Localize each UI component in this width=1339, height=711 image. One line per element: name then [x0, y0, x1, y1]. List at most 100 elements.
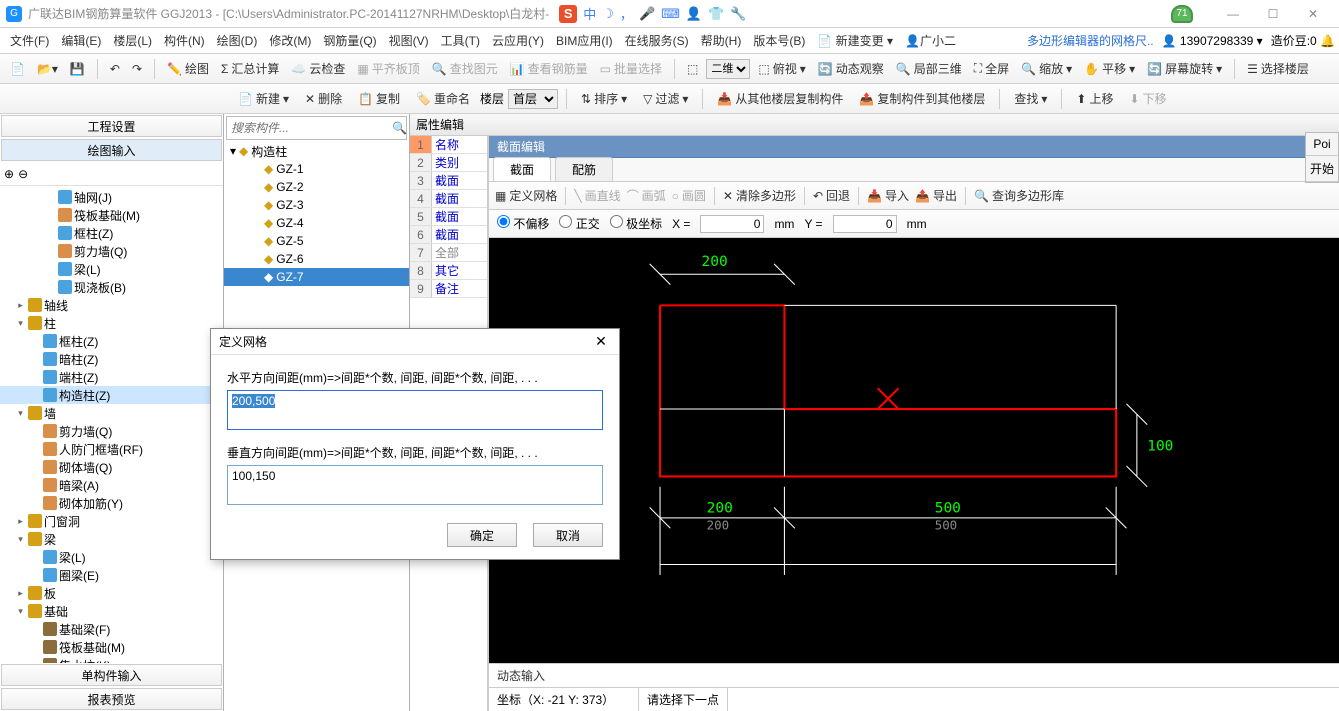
- collapse-all-icon[interactable]: ⊖: [18, 167, 28, 181]
- etb-search[interactable]: 🔍查询多边形库: [974, 187, 1064, 204]
- tree-node[interactable]: ▾柱: [0, 314, 223, 332]
- tree-node[interactable]: ▸轴线: [0, 296, 223, 314]
- prop-row[interactable]: 5截面: [410, 208, 487, 226]
- tb2-new[interactable]: 📄新建▾: [232, 88, 295, 109]
- menu-cloud[interactable]: 云应用(Y): [486, 29, 550, 52]
- tab-draw-input[interactable]: 绘图输入: [1, 139, 222, 161]
- list-item[interactable]: ◆ GZ-3: [224, 196, 409, 214]
- tb2-sort[interactable]: ⇅排序▾: [575, 88, 633, 109]
- menu-view[interactable]: 视图(V): [383, 29, 435, 52]
- tb-save-icon[interactable]: 💾: [66, 60, 89, 78]
- y-input[interactable]: [833, 215, 897, 233]
- window-minimize[interactable]: —: [1213, 4, 1253, 24]
- tb-topview[interactable]: ⬚俯视▾: [754, 58, 809, 79]
- list-item[interactable]: ◆ GZ-2: [224, 178, 409, 196]
- menu-help[interactable]: 帮助(H): [695, 29, 748, 52]
- tb2-find[interactable]: 查找▾: [1008, 88, 1053, 109]
- ime-keyboard-icon[interactable]: ⌨: [661, 6, 680, 22]
- tree-node[interactable]: 梁(L): [0, 548, 223, 566]
- tree-node[interactable]: 人防门框墙(RF): [0, 440, 223, 458]
- tree-node[interactable]: 圈梁(E): [0, 566, 223, 584]
- radio-nooffset[interactable]: 不偏移: [497, 215, 549, 232]
- tree-node[interactable]: 筏板基础(M): [0, 638, 223, 656]
- dialog-cancel-button[interactable]: 取消: [533, 523, 603, 547]
- tree-node[interactable]: 筏板基础(M): [0, 206, 223, 224]
- window-maximize[interactable]: ☐: [1253, 4, 1293, 24]
- tb2-copy[interactable]: 📋复制: [352, 88, 406, 109]
- tb2-copyfrom[interactable]: 📥从其他楼层复制构件: [711, 88, 849, 109]
- tab-report-preview[interactable]: 报表预览: [1, 688, 222, 710]
- side-tab-start[interactable]: 开始: [1306, 156, 1338, 182]
- tree-node[interactable]: 梁(L): [0, 260, 223, 278]
- menu-draw[interactable]: 绘图(D): [211, 29, 264, 52]
- tab-rebar[interactable]: 配筋: [555, 157, 613, 181]
- tb-sum[interactable]: Σ 汇总计算: [217, 58, 283, 79]
- tree-node[interactable]: ▸板: [0, 584, 223, 602]
- prop-row[interactable]: 7全部: [410, 244, 487, 262]
- list-item[interactable]: ◆ GZ-1: [224, 160, 409, 178]
- menu-user-small[interactable]: 👤广小二: [899, 29, 962, 52]
- ime-shirt-icon[interactable]: 👕: [708, 6, 724, 22]
- component-tree[interactable]: 轴网(J)筏板基础(M)框柱(Z)剪力墙(Q)梁(L)现浇板(B)▸轴线▾柱框柱…: [0, 186, 223, 663]
- x-input[interactable]: [700, 215, 764, 233]
- menu-version[interactable]: 版本号(B): [747, 29, 811, 52]
- tb-full[interactable]: ⛶全屏: [970, 58, 1013, 79]
- etb-line[interactable]: ╲ 画直线: [574, 187, 620, 204]
- menu-newchange[interactable]: 📄 新建变更 ▾: [811, 29, 899, 52]
- prop-row[interactable]: 6截面: [410, 226, 487, 244]
- tree-node[interactable]: 现浇板(B): [0, 278, 223, 296]
- tb-findg[interactable]: 🔍查找图元: [428, 58, 502, 79]
- menu-rebar[interactable]: 钢筋量(Q): [317, 29, 382, 52]
- radio-ortho[interactable]: 正交: [559, 215, 599, 232]
- tb-zoom[interactable]: 🔍缩放▾: [1017, 58, 1076, 79]
- tb2-del[interactable]: ✕ 删除: [299, 88, 348, 109]
- prop-row[interactable]: 8其它: [410, 262, 487, 280]
- ime-comma-icon[interactable]: ，: [620, 4, 633, 23]
- etb-export[interactable]: 📤导出: [915, 187, 957, 204]
- prop-row[interactable]: 9备注: [410, 280, 487, 298]
- ime-lang[interactable]: 中: [583, 4, 596, 23]
- prop-row[interactable]: 1名称: [410, 136, 487, 154]
- sogou-icon[interactable]: S: [559, 5, 577, 23]
- cost-bean[interactable]: 造价豆:0 🔔: [1271, 32, 1335, 49]
- menu-modify[interactable]: 修改(M): [263, 29, 317, 52]
- prop-row[interactable]: 3截面: [410, 172, 487, 190]
- tb2-copyto[interactable]: 📤复制构件到其他楼层: [853, 88, 991, 109]
- etb-undo[interactable]: ↶ 回退: [813, 187, 850, 204]
- tb-local3d[interactable]: 🔍局部三维: [892, 58, 966, 79]
- user-phone[interactable]: 👤 13907298339 ▾: [1162, 34, 1263, 48]
- tab-section[interactable]: 截面: [493, 157, 551, 181]
- ime-moon-icon[interactable]: ☽: [602, 6, 614, 22]
- etb-circle[interactable]: ○ 画圆: [672, 187, 706, 204]
- tb2-rename[interactable]: 🏷️重命名: [410, 88, 476, 109]
- menu-file[interactable]: 文件(F): [4, 29, 55, 52]
- tb2-up[interactable]: ⬆上移: [1070, 88, 1119, 109]
- tb-redo-icon[interactable]: ↷: [128, 60, 146, 78]
- ime-mic-icon[interactable]: 🎤: [639, 6, 655, 22]
- search-input[interactable]: [227, 118, 392, 138]
- tb-undo-icon[interactable]: ↶: [106, 60, 124, 78]
- tb2-down[interactable]: ⬇下移: [1123, 88, 1172, 109]
- tree-node[interactable]: ▾基础: [0, 602, 223, 620]
- dialog-ok-button[interactable]: 确定: [447, 523, 517, 547]
- tab-project-settings[interactable]: 工程设置: [1, 115, 222, 137]
- tree-node[interactable]: 端柱(Z): [0, 368, 223, 386]
- tb-flat[interactable]: ▦ 平齐板顶: [353, 58, 423, 79]
- window-close[interactable]: ✕: [1293, 4, 1333, 24]
- tb-batch[interactable]: ▭批量选择: [596, 58, 666, 79]
- list-item[interactable]: ◆ GZ-4: [224, 214, 409, 232]
- tb-dim-select[interactable]: 二维: [706, 59, 750, 79]
- tree-node[interactable]: 砌体墙(Q): [0, 458, 223, 476]
- v-spacing-input[interactable]: 100,150: [227, 465, 603, 505]
- etb-clear[interactable]: ✕ 清除多边形: [723, 187, 796, 204]
- tree-node[interactable]: 暗梁(A): [0, 476, 223, 494]
- dynamic-input-bar[interactable]: 动态输入: [489, 663, 1339, 687]
- tree-node[interactable]: 框柱(Z): [0, 224, 223, 242]
- ime-wrench-icon[interactable]: 🔧: [730, 6, 746, 22]
- tree-node[interactable]: 剪力墙(Q): [0, 422, 223, 440]
- menu-tools[interactable]: 工具(T): [435, 29, 486, 52]
- etb-defgrid[interactable]: ▦ 定义网格: [495, 187, 557, 204]
- side-tab-poi[interactable]: Poi: [1306, 133, 1338, 156]
- tb-draw[interactable]: ✏️绘图: [163, 58, 213, 79]
- menu-component[interactable]: 构件(N): [158, 29, 211, 52]
